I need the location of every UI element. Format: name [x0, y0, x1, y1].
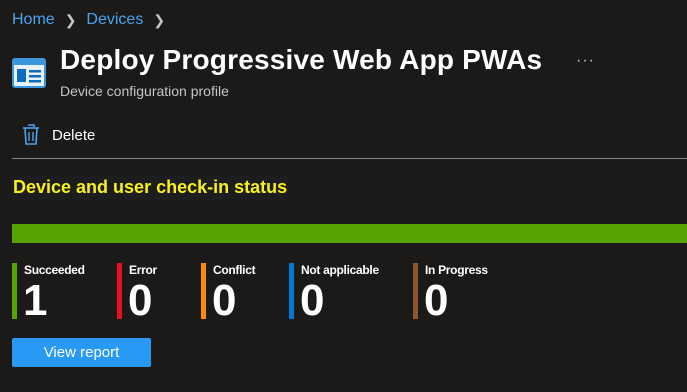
- stat-label: Error: [129, 263, 157, 277]
- more-options-icon[interactable]: ···: [576, 52, 595, 70]
- stat-label: Conflict: [213, 263, 256, 277]
- chevron-right-icon: ❯: [153, 11, 166, 28]
- stat-value: 0: [128, 276, 153, 325]
- stat-value: 1: [23, 276, 48, 325]
- view-report-button[interactable]: View report: [12, 338, 151, 367]
- section-title: Device and user check-in status: [11, 175, 290, 200]
- stat-color-bar: [413, 263, 418, 319]
- breadcrumb: Home ❯ Devices ❯: [12, 11, 175, 29]
- trash-icon: [23, 124, 39, 145]
- stat-color-bar: [117, 263, 122, 319]
- breadcrumb-home-link[interactable]: Home: [12, 11, 55, 29]
- stat-color-bar: [12, 263, 17, 319]
- stat-label: Not applicable: [301, 263, 379, 277]
- stat-color-bar: [201, 263, 206, 319]
- chevron-right-icon: ❯: [64, 11, 77, 28]
- page-title: Deploy Progressive Web App PWAs: [60, 44, 543, 75]
- stat-label: In Progress: [425, 263, 488, 277]
- delete-button[interactable]: Delete: [22, 124, 95, 146]
- stat-color-bar: [289, 263, 294, 319]
- delete-label: Delete: [52, 126, 96, 144]
- breadcrumb-devices-link[interactable]: Devices: [86, 11, 143, 29]
- check-in-status-bar: [12, 224, 687, 243]
- stat-value: 0: [424, 276, 449, 325]
- toolbar-divider: [12, 158, 687, 159]
- stat-value: 0: [300, 276, 325, 325]
- stat-value: 0: [212, 276, 237, 325]
- page-subtitle: Device configuration profile: [60, 83, 229, 99]
- configuration-profile-icon: [12, 58, 46, 88]
- stat-label: Succeeded: [24, 263, 85, 277]
